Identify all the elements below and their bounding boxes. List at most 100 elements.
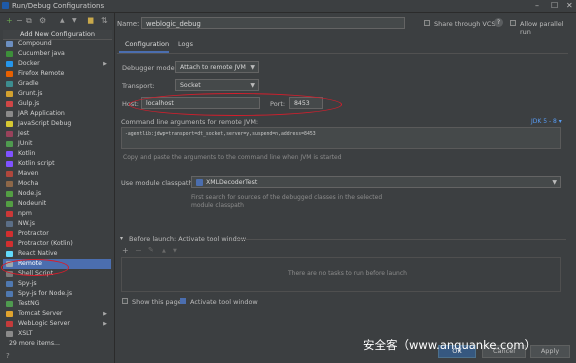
config-type-item[interactable]: Gulp.js — [3, 99, 111, 109]
classpath-hint-line1: First search for sources of the debugged… — [191, 194, 383, 201]
config-type-item[interactable]: Mocha — [3, 179, 111, 189]
parallel-run-checkbox[interactable] — [510, 20, 516, 26]
minimize-button[interactable]: – — [535, 1, 539, 10]
name-field[interactable]: weblogic_debug — [141, 17, 405, 29]
module-icon — [196, 179, 203, 186]
config-type-icon — [6, 251, 13, 257]
move-task-down-icon[interactable]: ▼ — [173, 248, 177, 254]
config-type-icon — [6, 231, 13, 237]
config-type-item[interactable]: Docker ▶ — [3, 59, 111, 69]
jdk-version-select[interactable]: JDK 5 - 8 ▾ — [531, 118, 562, 125]
cmdline-hint: Copy and paste the arguments to the comm… — [123, 154, 342, 161]
config-type-icon — [6, 161, 13, 167]
config-type-item[interactable]: Kotlin — [3, 149, 111, 159]
config-type-item[interactable]: 29 more items... — [3, 339, 111, 349]
move-task-up-icon[interactable]: ▲ — [162, 248, 166, 254]
config-type-item[interactable]: Spy-js — [3, 279, 111, 289]
transport-value: Socket — [180, 82, 201, 89]
title-bar: Run/Debug Configurations – ☐ ✕ — [0, 0, 576, 13]
maximize-button[interactable]: ☐ — [551, 1, 558, 10]
config-type-item[interactable]: JUnit — [3, 139, 111, 149]
config-type-label: npm — [18, 210, 32, 217]
config-type-item[interactable]: Protractor (Kotlin) — [3, 239, 111, 249]
transport-select[interactable]: Socket ▼ — [175, 79, 259, 91]
config-type-label: Kotlin — [18, 150, 36, 157]
config-type-item[interactable]: npm — [3, 209, 111, 219]
move-up-icon[interactable]: ▲ — [60, 17, 65, 24]
config-type-icon — [6, 181, 13, 187]
config-type-label: Nodeunit — [18, 200, 47, 207]
config-type-item[interactable]: Jest — [3, 129, 111, 139]
activate-tool-window-checkbox[interactable] — [180, 298, 186, 304]
remove-task-icon[interactable]: − — [135, 246, 142, 255]
name-label: Name: — [117, 20, 140, 28]
help-icon[interactable]: ? — [6, 352, 10, 360]
move-down-icon[interactable]: ▼ — [72, 17, 77, 24]
share-vcs-checkbox[interactable] — [424, 20, 430, 26]
cmdline-args-field[interactable]: -agentlib:jdwp=transport=dt_socket,serve… — [121, 127, 561, 149]
config-type-item[interactable]: Grunt.js — [3, 89, 111, 99]
config-type-item[interactable]: Maven — [3, 169, 111, 179]
classpath-select[interactable]: XMLDecoderTest ▼ — [191, 176, 561, 188]
config-type-icon — [6, 241, 13, 247]
config-type-label: JUnit — [18, 140, 33, 147]
config-type-icon — [6, 211, 13, 217]
config-type-item[interactable]: Compound — [3, 39, 111, 49]
config-type-icon — [6, 151, 13, 157]
config-type-item[interactable]: XSLT — [3, 329, 111, 339]
config-type-icon — [6, 191, 13, 197]
config-type-item[interactable]: React Native — [3, 249, 111, 259]
folder-icon[interactable]: ▆ — [88, 16, 93, 24]
tab-logs[interactable]: Logs — [178, 40, 193, 48]
empty-tasks-text: There are no tasks to run before launch — [288, 270, 407, 277]
config-toolbar: + − ⧉ ⚙ ▲ ▼ ▆ ⇅ — [2, 14, 114, 28]
config-type-icon — [6, 171, 13, 177]
submenu-arrow-icon: ▶ — [103, 321, 107, 327]
config-type-item[interactable]: Spy-js for Node.js — [3, 289, 111, 299]
config-type-label: React Native — [18, 250, 58, 257]
config-type-label: NW.js — [18, 220, 35, 227]
cmdline-label: Command line arguments for remote JVM: — [121, 118, 259, 126]
config-type-item[interactable]: JAR Application — [3, 109, 111, 119]
config-type-item[interactable]: Node.js — [3, 189, 111, 199]
settings-icon[interactable]: ⚙ — [39, 16, 46, 25]
active-tab-indicator — [119, 51, 169, 53]
config-type-item[interactable]: Nodeunit — [3, 199, 111, 209]
config-type-item[interactable]: NW.js — [3, 219, 111, 229]
config-type-label: Spy-js — [18, 280, 37, 287]
before-launch-toggle-icon[interactable]: ▾ — [120, 235, 123, 242]
config-type-item[interactable]: Tomcat Server ▶ — [3, 309, 111, 319]
before-launch-title: Before launch: Activate tool window — [129, 235, 247, 243]
show-page-label: Show this page — [132, 298, 182, 306]
config-type-label: Maven — [18, 170, 39, 177]
edit-task-icon[interactable]: ✎ — [148, 246, 154, 254]
show-page-checkbox[interactable] — [122, 298, 128, 304]
add-icon[interactable]: + — [6, 16, 13, 25]
config-type-item[interactable]: TestNG — [3, 299, 111, 309]
config-type-label: Kotlin script — [18, 160, 55, 167]
debugger-mode-select[interactable]: Attach to remote JVM ▼ — [175, 61, 259, 73]
config-type-item[interactable]: Kotlin script — [3, 159, 111, 169]
config-type-label: Compound — [18, 40, 52, 47]
add-task-icon[interactable]: + — [122, 246, 129, 255]
config-type-icon — [6, 331, 13, 337]
tab-configuration[interactable]: Configuration — [125, 40, 169, 48]
copy-icon[interactable]: ⧉ — [26, 16, 32, 26]
sort-icon[interactable]: ⇅ — [101, 16, 108, 25]
config-type-item[interactable]: JavaScript Debug — [3, 119, 111, 129]
close-button[interactable]: ✕ — [566, 1, 573, 10]
help-icon[interactable]: ? — [494, 18, 503, 27]
debugger-mode-value: Attach to remote JVM — [180, 64, 246, 71]
config-type-label: 29 more items... — [9, 340, 60, 347]
config-type-icon — [6, 201, 13, 207]
config-type-label: Firefox Remote — [18, 70, 65, 77]
config-type-item[interactable]: Firefox Remote — [3, 69, 111, 79]
remove-icon[interactable]: − — [16, 16, 23, 25]
config-type-item[interactable]: WebLogic Server ▶ — [3, 319, 111, 329]
config-type-label: JAR Application — [18, 110, 65, 117]
chevron-down-icon: ▼ — [250, 82, 255, 89]
config-type-item[interactable]: Protractor — [3, 229, 111, 239]
config-type-item[interactable]: Gradle — [3, 79, 111, 89]
config-type-item[interactable]: Cucumber java — [3, 49, 111, 59]
config-type-icon — [6, 41, 13, 47]
